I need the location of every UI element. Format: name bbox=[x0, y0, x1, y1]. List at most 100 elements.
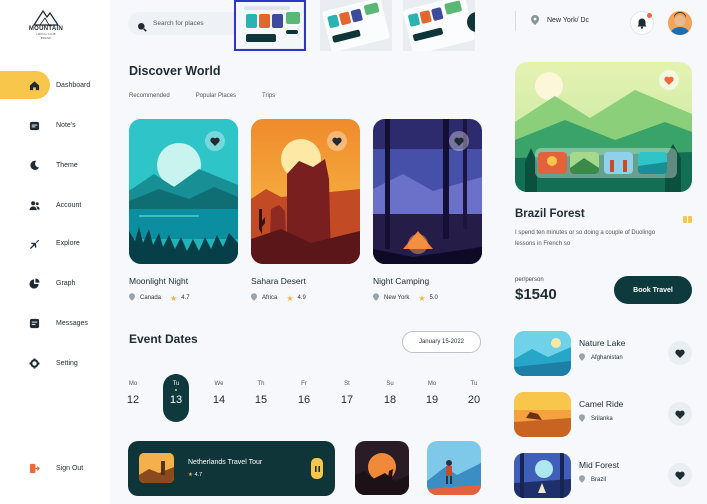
tour-name: Netherlands Travel Tour bbox=[188, 459, 263, 466]
favorite-button[interactable] bbox=[205, 131, 225, 151]
star-icon: ★ bbox=[188, 472, 193, 478]
favorite-button[interactable] bbox=[668, 341, 692, 365]
card-country: New York bbox=[384, 295, 410, 301]
sidebar-item-account[interactable]: Account bbox=[0, 191, 110, 219]
sidebar-item-label: Graph bbox=[56, 279, 76, 287]
gallery-thumb[interactable] bbox=[604, 152, 633, 174]
favorite-button[interactable] bbox=[449, 131, 469, 151]
destination-card-moonlight[interactable] bbox=[129, 119, 238, 264]
tour-rating: ★ 4.7 bbox=[188, 472, 202, 478]
favorite-button[interactable] bbox=[327, 131, 347, 151]
brand-logo[interactable]: MOUNTAIN HIKING CLUB BRAND bbox=[26, 8, 66, 40]
card-title: Sahara Desert bbox=[251, 276, 306, 286]
users-icon bbox=[28, 199, 40, 211]
notification-button[interactable] bbox=[630, 11, 654, 35]
location-label: New York/ Dc bbox=[547, 16, 590, 24]
date-range-button[interactable]: January 15-2022 bbox=[402, 331, 481, 353]
pause-button[interactable] bbox=[311, 458, 323, 479]
card-title: Night Camping bbox=[373, 276, 430, 286]
day-number: 14 bbox=[212, 394, 226, 406]
list-item[interactable]: Mid Forest Brazil bbox=[514, 453, 692, 498]
sidebar-item-dashboard[interactable]: Dashboard bbox=[0, 71, 110, 99]
gear-icon bbox=[28, 357, 40, 369]
bell-icon bbox=[637, 18, 647, 29]
favorite-button[interactable] bbox=[659, 70, 679, 90]
featured-destination-image[interactable] bbox=[515, 62, 692, 192]
price-unit: per/person bbox=[515, 277, 544, 283]
calendar-day[interactable]: Su 18 bbox=[377, 374, 403, 422]
calendar-day[interactable]: Mo 19 bbox=[419, 374, 445, 422]
thumbnail[interactable] bbox=[320, 0, 392, 51]
tab-recommended[interactable]: Recommended bbox=[129, 93, 170, 99]
place-thumbnail bbox=[514, 392, 571, 437]
gallery-thumb[interactable] bbox=[570, 152, 599, 174]
calendar-day[interactable]: St 17 bbox=[334, 374, 360, 422]
place-location: Afghanistan bbox=[579, 353, 623, 363]
thumbnail[interactable] bbox=[403, 0, 475, 51]
sidebar-item-notes[interactable]: Note's bbox=[0, 111, 110, 139]
brand-line3: BRAND bbox=[40, 36, 52, 40]
tab-popular-places[interactable]: Popular Places bbox=[196, 93, 236, 99]
avatar[interactable] bbox=[668, 11, 692, 35]
mini-card-hiker[interactable] bbox=[427, 441, 481, 495]
card-meta: New York ★ 5.0 bbox=[373, 293, 438, 303]
favorite-button[interactable] bbox=[668, 463, 692, 487]
list-item[interactable]: Camel Ride Srilanka bbox=[514, 392, 692, 437]
mountain-icon bbox=[33, 9, 59, 26]
sidebar-item-theme[interactable]: Theme bbox=[0, 151, 110, 179]
tab-trips[interactable]: Trips bbox=[262, 93, 275, 99]
sidebar-item-explore[interactable]: Explore bbox=[0, 229, 110, 257]
card-meta: Africa ★ 4.9 bbox=[251, 293, 306, 303]
day-name: Fr bbox=[301, 381, 307, 387]
heart-icon bbox=[675, 349, 685, 358]
sign-out-label: Sign Out bbox=[56, 464, 84, 472]
calendar-day[interactable]: Mo 12 bbox=[120, 374, 146, 422]
location-selector[interactable]: New York/ Dc bbox=[515, 11, 590, 31]
thumbnail-selected[interactable] bbox=[234, 0, 306, 51]
list-item[interactable]: Nature Lake Afghanistan bbox=[514, 331, 692, 376]
gallery-thumb[interactable] bbox=[538, 152, 567, 174]
place-name: Mid Forest bbox=[579, 460, 620, 470]
place-country: Afghanistan bbox=[591, 355, 623, 361]
day-number: 15 bbox=[254, 394, 268, 406]
featured-description: I spend ten minutes or so doing a couple… bbox=[515, 230, 656, 247]
day-name: Th bbox=[257, 381, 265, 387]
mini-card-sunset[interactable] bbox=[355, 441, 409, 495]
tour-rating-value: 4.7 bbox=[194, 472, 203, 478]
sign-out-button[interactable]: Sign Out bbox=[0, 454, 110, 482]
sidebar-item-messages[interactable]: Messages bbox=[0, 309, 110, 337]
card-rating: 4.9 bbox=[297, 295, 306, 301]
book-icon[interactable] bbox=[683, 211, 692, 223]
gallery-thumb[interactable] bbox=[638, 152, 667, 174]
day-number: 17 bbox=[340, 394, 354, 406]
price: $1540 bbox=[515, 286, 557, 303]
day-name: St bbox=[344, 381, 350, 387]
search-input[interactable]: Search for places bbox=[128, 12, 248, 35]
calendar-day[interactable]: Fr 16 bbox=[291, 374, 317, 422]
home-icon bbox=[28, 79, 40, 91]
messages-icon bbox=[28, 317, 40, 329]
active-highlight bbox=[0, 71, 50, 99]
book-travel-button[interactable]: Book Travel bbox=[614, 276, 692, 304]
card-rating: 5.0 bbox=[429, 295, 438, 301]
place-country: Brazil bbox=[591, 477, 607, 483]
calendar-day[interactable]: Th 15 bbox=[248, 374, 274, 422]
destination-card-camping[interactable] bbox=[373, 119, 482, 264]
sidebar-item-label: Theme bbox=[56, 161, 78, 169]
sidebar-item-setting[interactable]: Setting bbox=[0, 349, 110, 377]
sidebar-item-label: Note's bbox=[56, 121, 76, 129]
location-pin-icon bbox=[579, 414, 585, 424]
tour-card[interactable]: Netherlands Travel Tour ★ 4.7 bbox=[128, 441, 335, 496]
favorite-button[interactable] bbox=[668, 402, 692, 426]
star-icon: ★ bbox=[418, 293, 426, 303]
destination-card-sahara[interactable] bbox=[251, 119, 360, 264]
sidebar-item-graph[interactable]: Graph bbox=[0, 269, 110, 297]
location-pin-icon bbox=[251, 293, 257, 303]
heart-icon bbox=[675, 471, 685, 480]
calendar-day-selected[interactable]: Tu 13 bbox=[163, 374, 189, 422]
calendar-day[interactable]: We 14 bbox=[206, 374, 232, 422]
calendar-day[interactable]: Tu 20 bbox=[461, 374, 487, 422]
discover-tabs: Recommended Popular Places Trips bbox=[129, 93, 301, 99]
location-pin-icon bbox=[531, 15, 539, 25]
place-country: Srilanka bbox=[591, 416, 613, 422]
